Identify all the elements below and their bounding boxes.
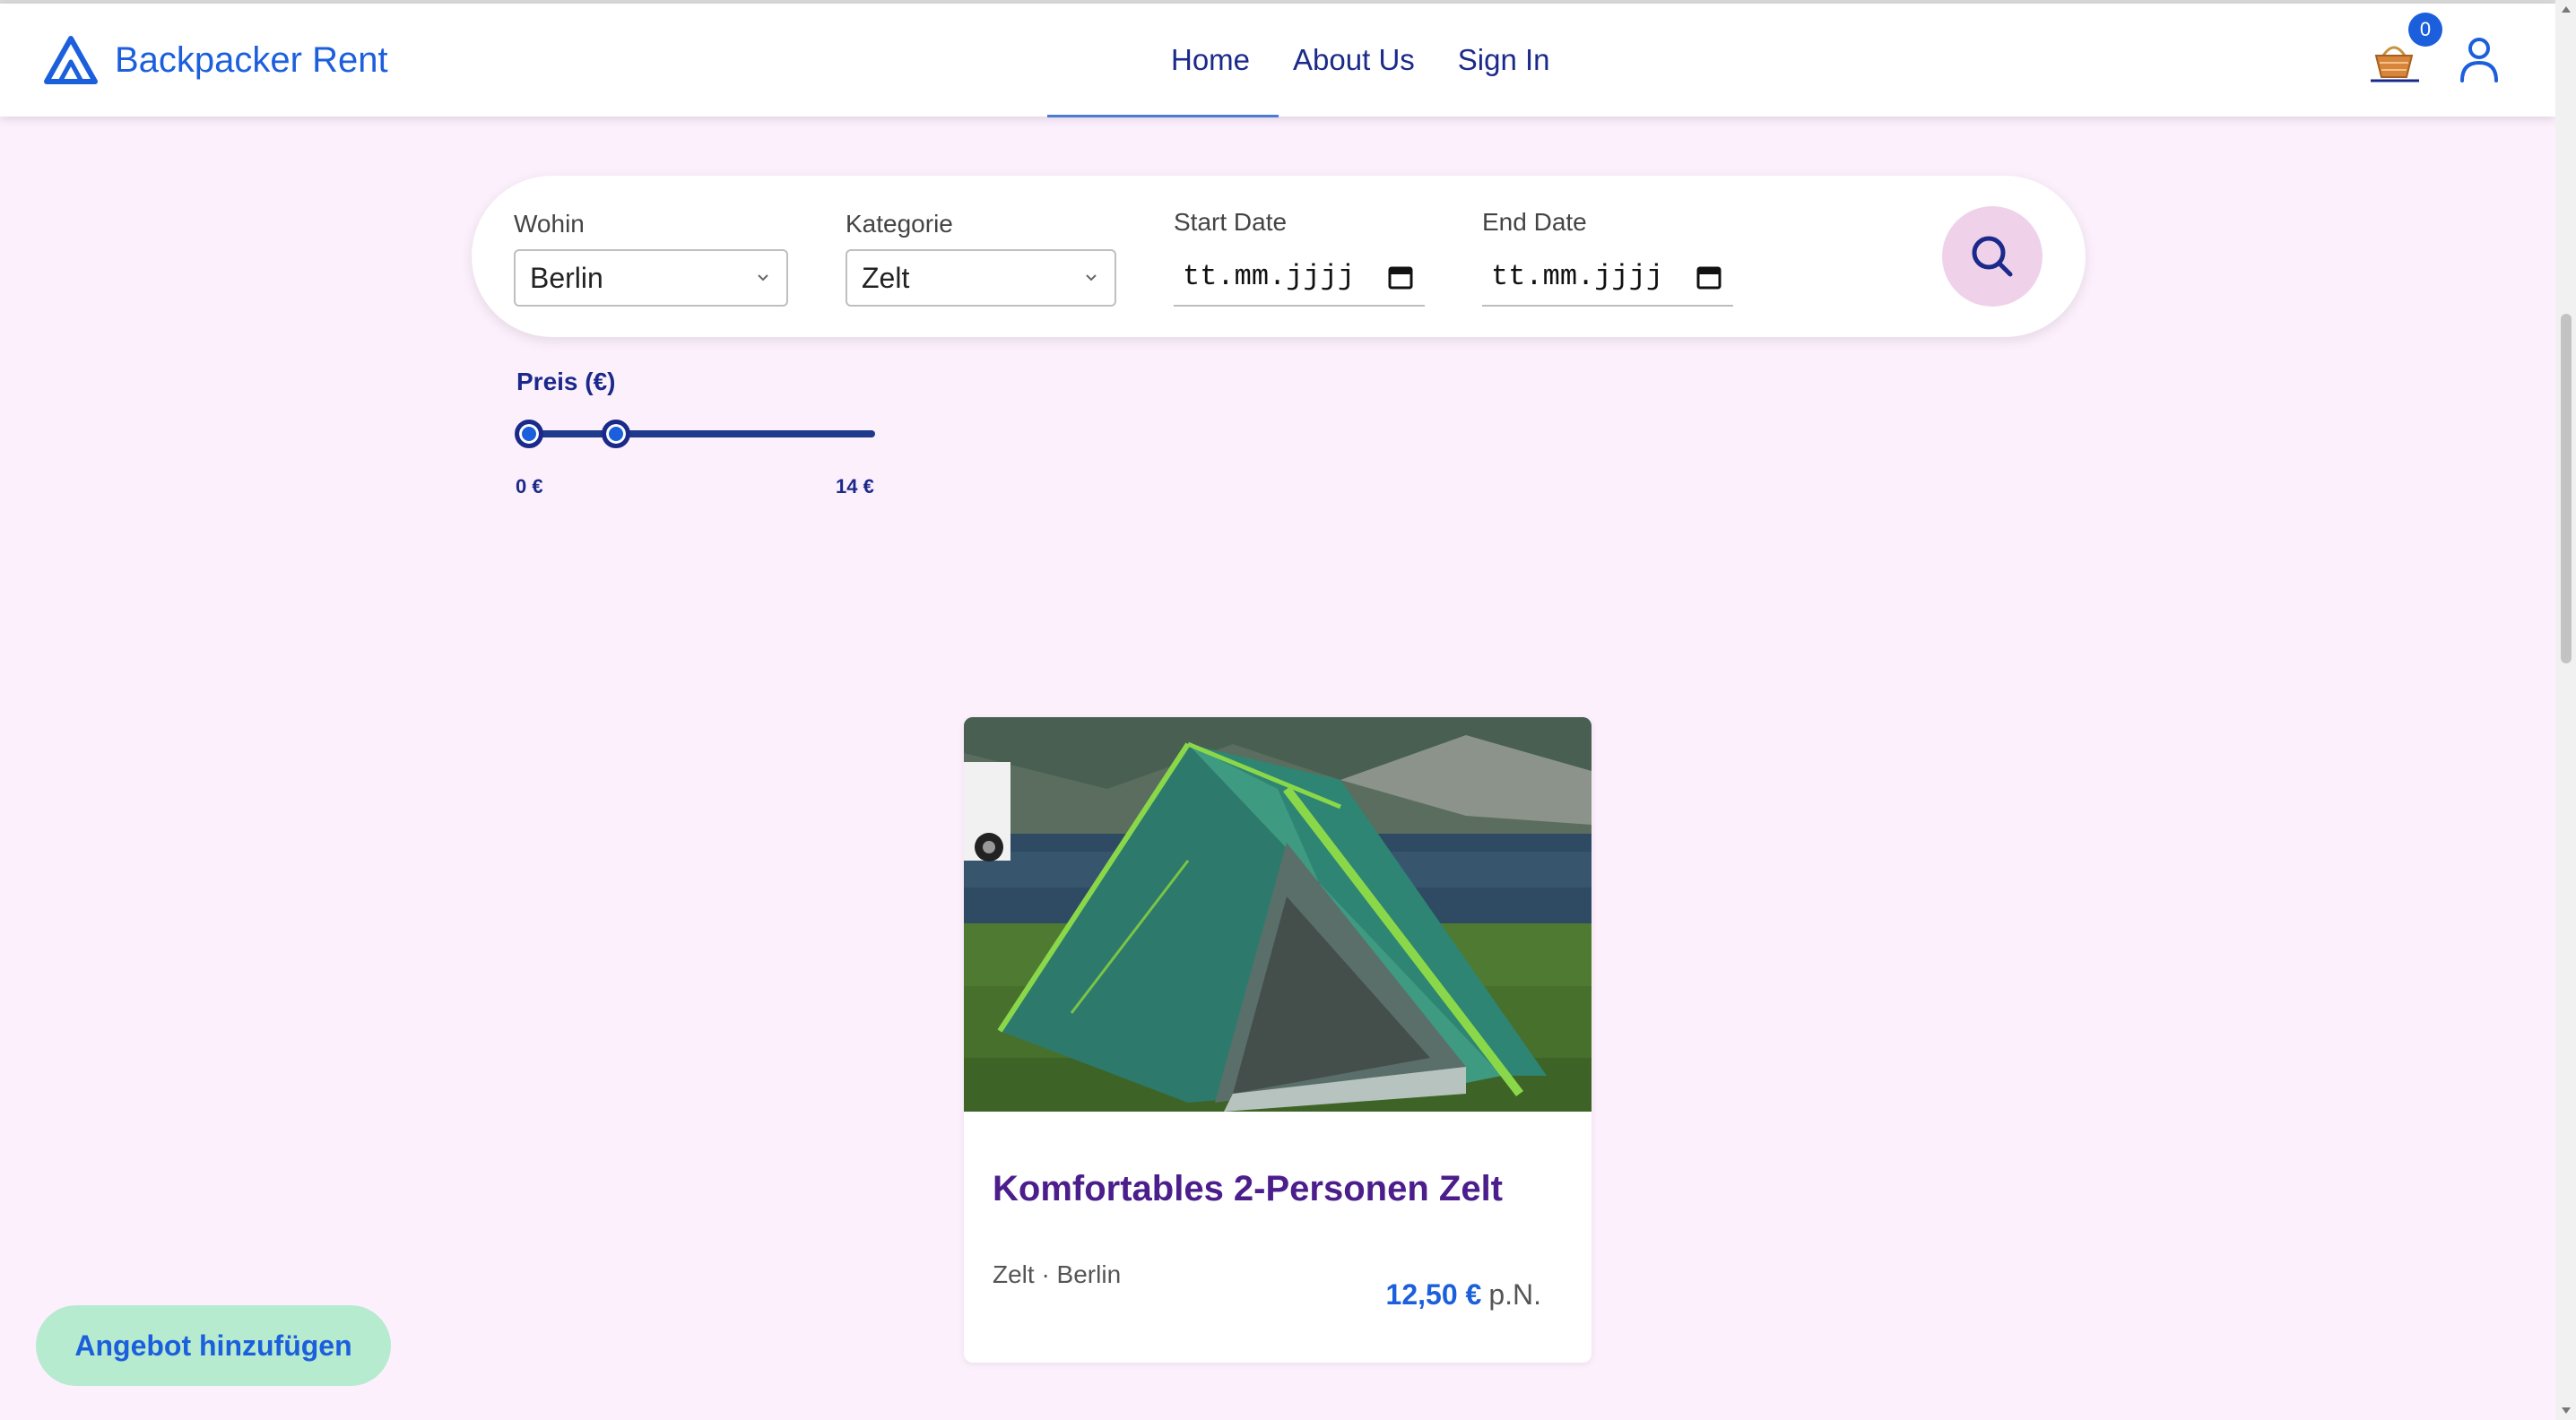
listing-meta: Zelt · Berlin (993, 1260, 1122, 1288)
scroll-up-arrow-icon[interactable] (2560, 4, 2572, 16)
cart-count-badge: 0 (2408, 13, 2442, 47)
listing-title[interactable]: Komfortables 2-Personen Zelt (993, 1169, 1503, 1209)
price-slider-track[interactable] (529, 430, 875, 437)
price-filter-label: Preis (€) (516, 368, 616, 395)
basket-icon[interactable] (2367, 36, 2421, 84)
where-select-value: Berlin (530, 261, 603, 294)
chevron-down-icon (758, 274, 768, 281)
search-button[interactable] (1942, 206, 2043, 307)
price-slider-max-thumb[interactable] (601, 420, 630, 448)
category-select-value: Zelt (862, 261, 910, 294)
calendar-icon[interactable] (1387, 264, 1414, 290)
calendar-icon[interactable] (1696, 264, 1722, 290)
nav-about-us[interactable]: About Us (1293, 43, 1415, 88)
scroll-down-arrow-icon[interactable] (2560, 1404, 2572, 1416)
scrollbar[interactable] (2555, 0, 2576, 1420)
category-select[interactable]: Zelt (846, 249, 1116, 307)
start-date-placeholder: tt.mm.jjjj (1183, 259, 1356, 293)
price-max-label: 14 € (836, 475, 874, 498)
price-min-label: 0 € (516, 475, 543, 498)
end-date-input[interactable]: tt.mm.jjjj (1482, 247, 1733, 307)
category-label: Kategorie (846, 210, 953, 238)
chevron-down-icon (1086, 274, 1097, 281)
nav-sign-in[interactable]: Sign In (1458, 43, 1550, 88)
where-label: Wohin (514, 210, 585, 238)
brand-name: Backpacker Rent (115, 39, 388, 80)
search-icon (1972, 236, 2013, 277)
end-date-label: End Date (1482, 208, 1587, 236)
tent-image (964, 717, 1592, 1112)
add-offer-button[interactable]: Angebot hinzufügen (36, 1305, 391, 1386)
nav-home[interactable]: Home (1171, 43, 1250, 88)
main-nav: Home About Us Sign In (1171, 43, 1550, 88)
triangle-logo-icon (44, 36, 98, 84)
app-page: Backpacker Rent Home About Us Sign In 0 … (0, 0, 2555, 1420)
price-slider-min-thumb[interactable] (515, 420, 543, 448)
start-date-label: Start Date (1174, 208, 1288, 236)
scrollbar-thumb[interactable] (2561, 314, 2572, 663)
user-icon[interactable] (2459, 36, 2500, 82)
brand[interactable]: Backpacker Rent (43, 32, 388, 88)
header: Backpacker Rent Home About Us Sign In 0 (0, 4, 2555, 117)
listing-price-unit: p.N. (1488, 1278, 1541, 1311)
listing-price-value: 12,50 € (1385, 1278, 1482, 1311)
start-date-input[interactable]: tt.mm.jjjj (1174, 247, 1425, 307)
end-date-placeholder: tt.mm.jjjj (1491, 259, 1664, 293)
where-select[interactable]: Berlin (514, 249, 788, 307)
listing-card[interactable]: Komfortables 2-Personen Zelt Zelt · Berl… (964, 717, 1592, 1363)
listing-price: 12,50 € p.N. (1386, 1278, 1541, 1312)
active-nav-indicator (1047, 115, 1279, 117)
